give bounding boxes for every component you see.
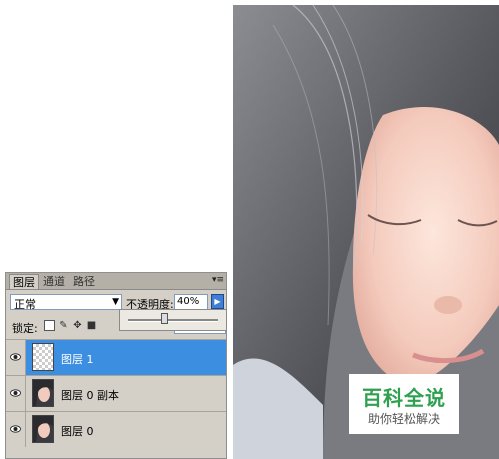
watermark-subtitle: 助你轻松解决 [367,412,440,426]
lock-image-brush-icon[interactable]: ✎ [58,320,69,331]
eye-icon [10,389,21,397]
layer-row[interactable]: 图层 0 副本 [6,375,226,411]
tab-layers[interactable]: 图层 [9,274,39,289]
panel-menu-icon[interactable]: ▾≡ [212,275,224,286]
layer-thumbnail-transparent [32,343,54,371]
layer-thumbnail-portrait [32,415,54,443]
layer-name: 图层 0 [61,425,94,438]
layer-row[interactable]: 图层 1 [6,339,226,375]
layer-name: 图层 0 副本 [61,389,119,402]
layer-body[interactable]: 图层 0 [26,412,226,447]
opacity-slider-thumb[interactable] [160,313,168,324]
layer-row[interactable]: 图层 0 [6,411,226,447]
eye-icon [10,353,21,361]
eye-icon [10,425,21,433]
blend-mode-select[interactable]: 正常 ▼ [10,294,122,311]
tab-channels[interactable]: 通道 [40,274,68,289]
visibility-toggle[interactable] [6,376,26,411]
visibility-toggle[interactable] [6,412,26,447]
panel-tab-bar: 图层 通道 路径 ▾≡ [6,273,226,290]
opacity-slider-track[interactable] [128,319,218,322]
layer-body[interactable]: 图层 1 [26,340,226,375]
lock-transparency-icon[interactable] [44,320,55,331]
layers-panel: 图层 通道 路径 ▾≡ 正常 ▼ 不透明度: 40% ▶ 锁定: ✎ ✥ ■ 图… [5,272,227,459]
lock-label: 锁定: [12,322,38,335]
lock-all-icon[interactable]: ■ [86,320,97,331]
opacity-slider-popup [119,309,227,331]
opacity-slider-toggle-button[interactable]: ▶ [211,294,224,309]
chevron-down-icon: ▼ [112,297,119,307]
opacity-input[interactable]: 40% [174,294,208,310]
visibility-toggle[interactable] [6,340,26,375]
tab-paths[interactable]: 路径 [70,274,98,289]
layer-name: 图层 1 [61,353,94,366]
watermark-badge: 百科全说 助你轻松解决 [349,374,459,434]
blend-mode-value: 正常 [14,298,36,311]
lock-position-move-icon[interactable]: ✥ [72,320,83,331]
layer-body[interactable]: 图层 0 副本 [26,376,226,411]
layer-thumbnail-portrait [32,379,54,407]
watermark-title: 百科全说 [362,386,446,410]
